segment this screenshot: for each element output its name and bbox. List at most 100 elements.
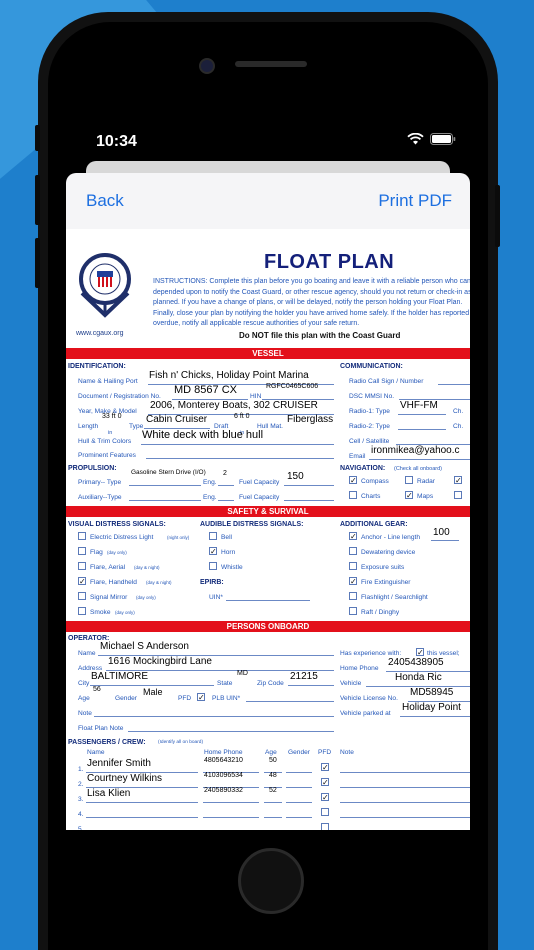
- maps-checkbox[interactable]: ✓: [405, 491, 413, 500]
- crew-phone-field[interactable]: 4103096534: [204, 772, 243, 779]
- crew-name-field[interactable]: Jennifer Smith: [87, 758, 151, 769]
- operator-age-field[interactable]: 56: [93, 686, 101, 693]
- radio-1-type-field[interactable]: VHF-FM: [400, 400, 438, 411]
- vessel-name-field[interactable]: Fish n' Chicks, Holiday Point Marina: [149, 370, 309, 381]
- vehicle-field[interactable]: Honda Ric: [395, 672, 442, 683]
- primary-type-field[interactable]: Gasoline Stern Drive (I/O): [131, 469, 206, 477]
- operator-note-label: Note: [78, 710, 92, 717]
- hull-material-field[interactable]: Fiberglass: [287, 414, 333, 425]
- crew-pfd-checkbox[interactable]: [321, 808, 329, 816]
- operator-pfd-checkbox[interactable]: ✓: [197, 693, 205, 702]
- crew-pfd-checkbox[interactable]: ✓: [321, 793, 329, 802]
- field-line: [264, 802, 282, 803]
- field-line: [203, 802, 259, 803]
- coast-guard-auxiliary-logo-icon: [79, 253, 131, 318]
- horn-checkbox[interactable]: ✓: [209, 547, 217, 556]
- float-plan-document[interactable]: www.cgaux.org FLOAT PLAN INSTRUCTIONS: C…: [66, 229, 470, 830]
- day-only-note: (day only): [107, 550, 127, 555]
- year-make-model-field[interactable]: 2006, Monterey Boats, 302 CRUISER: [150, 400, 318, 411]
- engines-field[interactable]: 2: [223, 470, 227, 477]
- operator-pfd-label: PFD: [178, 695, 192, 702]
- crew-phone-field[interactable]: 2405890332: [204, 787, 243, 794]
- fuel-capacity-field[interactable]: 150: [287, 471, 304, 482]
- operator-address-field[interactable]: 1616 Mockingbird Lane: [108, 656, 212, 667]
- crew-pfd-checkbox[interactable]: ✓: [321, 763, 329, 772]
- charts-checkbox[interactable]: [349, 491, 357, 499]
- crew-age-field[interactable]: 52: [269, 787, 277, 794]
- bell-checkbox[interactable]: [209, 532, 217, 540]
- compass-checkbox[interactable]: ✓: [349, 476, 357, 485]
- other-nav-checkbox[interactable]: [454, 491, 462, 499]
- crew-name-field[interactable]: Courtney Wilkins: [87, 773, 162, 784]
- flare-handheld-checkbox[interactable]: ✓: [78, 577, 86, 586]
- crew-age-field[interactable]: 48: [269, 772, 277, 779]
- hin-field[interactable]: RGFC0465C606: [266, 383, 318, 390]
- whistle-checkbox[interactable]: [209, 562, 217, 570]
- experience-vessel-checkbox[interactable]: ✓: [416, 648, 424, 657]
- operator-zip-field[interactable]: 21215: [290, 671, 318, 682]
- electric-distress-light-checkbox[interactable]: [78, 532, 86, 540]
- operator-home-phone-field[interactable]: 2405438905: [388, 657, 444, 668]
- crew-pfd-checkbox[interactable]: [321, 823, 329, 830]
- crew-row-number: 3.: [78, 796, 84, 803]
- propulsion-heading: PROPULSION:: [68, 465, 117, 472]
- day-night-note-2: (day & night): [146, 580, 172, 585]
- bell-label: Bell: [221, 534, 232, 541]
- registration-label: Document / Registration No.: [78, 393, 161, 400]
- crew-name-field[interactable]: Lisa Klien: [87, 788, 130, 799]
- crew-row-number: 5.: [78, 826, 84, 830]
- field-line: [94, 716, 334, 717]
- flag-checkbox[interactable]: [78, 547, 86, 555]
- operator-state-field[interactable]: MD: [237, 670, 248, 677]
- home-button[interactable]: [238, 848, 304, 914]
- dewatering-label: Dewatering device: [361, 549, 416, 556]
- website-link: www.cgaux.org: [76, 330, 124, 337]
- field-line: [129, 500, 201, 501]
- channel-label-2: Ch.: [453, 423, 464, 430]
- draft-field[interactable]: 6 ft 0: [234, 413, 250, 420]
- day-only-note-3: (day only): [115, 610, 135, 615]
- exposure-suits-checkbox[interactable]: [349, 562, 357, 570]
- operator-city-field[interactable]: BALTIMORE: [91, 671, 148, 682]
- gps-checkbox[interactable]: ✓: [454, 476, 462, 485]
- crew-pfd-checkbox[interactable]: ✓: [321, 778, 329, 787]
- field-line: [218, 485, 234, 486]
- operator-gender-field[interactable]: Male: [143, 687, 163, 697]
- email-field[interactable]: ironmikea@yahoo.c: [371, 445, 460, 456]
- smoke-checkbox[interactable]: [78, 607, 86, 615]
- flare-aerial-checkbox[interactable]: [78, 562, 86, 570]
- registration-field[interactable]: MD 8567 CX: [174, 384, 237, 396]
- print-pdf-button[interactable]: Print PDF: [378, 191, 452, 211]
- dewatering-checkbox[interactable]: [349, 547, 357, 555]
- auxiliary-type-label: Auxiliary--Type: [78, 494, 122, 501]
- field-line: [284, 500, 334, 501]
- crew-phone-field[interactable]: 4805643210: [204, 757, 243, 764]
- flashlight-checkbox[interactable]: [349, 592, 357, 600]
- crew-col-phone: Home Phone: [204, 749, 243, 756]
- vehicle-license-field[interactable]: MD58945: [410, 687, 453, 698]
- back-button[interactable]: Back: [86, 191, 124, 211]
- radar-checkbox[interactable]: [405, 476, 413, 484]
- field-line: [431, 540, 459, 541]
- fire-extinguisher-checkbox[interactable]: ✓: [349, 577, 357, 586]
- field-line: [86, 817, 198, 818]
- exposure-suits-label: Exposure suits: [361, 564, 405, 571]
- vehicle-parked-field[interactable]: Holiday Point: [402, 702, 461, 713]
- crew-row-number: 4.: [78, 811, 84, 818]
- mute-switch: [35, 125, 40, 151]
- operator-city-label: City: [78, 680, 90, 687]
- type-field[interactable]: Cabin Cruiser: [146, 414, 207, 425]
- anchor-checkbox[interactable]: ✓: [349, 532, 357, 541]
- signal-mirror-checkbox[interactable]: [78, 592, 86, 600]
- operator-name-field[interactable]: Michael S Anderson: [100, 641, 189, 652]
- raft-checkbox[interactable]: [349, 607, 357, 615]
- section-vessel: VESSEL: [66, 348, 470, 359]
- crew-age-field[interactable]: 50: [269, 757, 277, 764]
- wifi-icon: [407, 133, 424, 145]
- field-line: [264, 817, 282, 818]
- engines-label-2: Eng.: [203, 494, 217, 501]
- length-field[interactable]: 33 ft 0: [102, 413, 121, 420]
- crew-row-number: 2.: [78, 781, 84, 788]
- hull-colors-field[interactable]: White deck with blue hull: [142, 429, 263, 441]
- anchor-line-length-field[interactable]: 100: [433, 527, 450, 538]
